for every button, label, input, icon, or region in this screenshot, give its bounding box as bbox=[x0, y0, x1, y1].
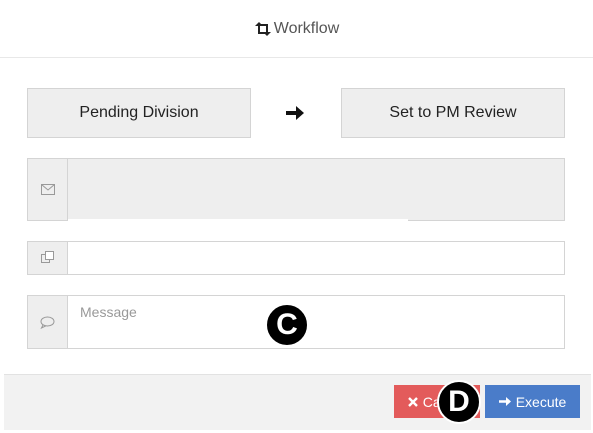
modal-title: Workflow bbox=[254, 19, 340, 38]
to-state-label: Set to PM Review bbox=[389, 104, 517, 121]
marker-c: C bbox=[265, 303, 309, 347]
from-state-button[interactable]: Pending Division bbox=[27, 88, 251, 138]
to-state-button[interactable]: Set to PM Review bbox=[341, 88, 565, 138]
execute-label: Execute bbox=[515, 393, 567, 410]
email-input[interactable] bbox=[67, 158, 565, 221]
from-state-label: Pending Division bbox=[79, 104, 199, 121]
modal-header: Workflow bbox=[0, 0, 593, 58]
arrow-right-icon bbox=[498, 397, 511, 406]
email-field-group bbox=[27, 158, 565, 221]
marker-d: D bbox=[437, 380, 481, 424]
modal-title-text: Workflow bbox=[273, 19, 340, 37]
email-input-underline bbox=[68, 219, 408, 222]
times-icon bbox=[407, 396, 418, 407]
copy-input[interactable] bbox=[67, 241, 565, 275]
copy-field-group bbox=[27, 241, 565, 275]
arrow-right-icon bbox=[286, 106, 304, 120]
retweet-icon bbox=[254, 21, 272, 36]
envelope-icon bbox=[27, 158, 67, 221]
copy-icon bbox=[27, 241, 67, 275]
execute-button[interactable]: Execute bbox=[485, 385, 580, 418]
comment-icon bbox=[27, 295, 67, 349]
message-input[interactable] bbox=[67, 295, 565, 349]
